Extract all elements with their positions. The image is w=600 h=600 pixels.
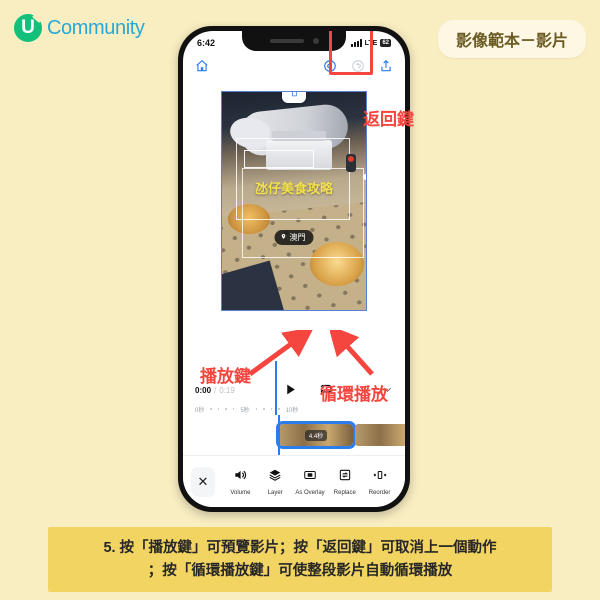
video-recorder-prop [346,154,356,172]
resize-handle-right[interactable] [363,174,366,180]
brand-wordmark: Community [47,16,145,39]
ruler-dot [225,408,227,410]
ruler-dot [210,408,212,410]
status-indicators: LTE 62 [350,39,391,47]
trash-icon[interactable] [282,92,306,103]
reorder-icon [373,468,387,487]
timeline-clip[interactable] [355,424,405,446]
corner-badge: 影像範本－影片 [437,20,586,58]
replace-icon [338,468,352,487]
tool-layer[interactable]: Layer [258,468,293,496]
ruler-dot [278,408,280,410]
clip-duration-label: 4.4秒 [304,429,328,441]
caption-banner: 5. 按「播放鍵」可預覽影片；按「返回鍵」可取消上一個動作 ；按「循環播放鍵」可… [48,527,552,592]
play-icon[interactable] [284,383,297,398]
volume-icon [233,468,247,487]
tool-replace[interactable]: Replace [327,468,362,496]
timeline-track[interactable]: ‹ 4.4秒 › [183,415,405,455]
ruler-dot [270,408,273,410]
network-label: LTE [364,39,378,47]
tool-as-overlay[interactable]: As Overlay [293,468,328,496]
brand-logo: U Community [14,14,145,42]
location-tag[interactable]: 澳門 [274,230,314,245]
location-tag-label: 澳門 [289,233,306,242]
u-logo-mark: U [14,14,42,42]
ruler-tick-5: 5秒 [240,407,250,414]
bottom-toolbar: ✕ Volume Layer As Overlay Replace Reorde… [183,455,405,507]
home-icon[interactable] [195,59,209,73]
overlay-text-selection-box[interactable] [244,150,314,168]
tool-label: As Overlay [295,489,325,496]
phone-frame: 6:42 LTE 62 氹仔美食攻略 澳門 0:00 / 0:19 0秒 5秒 … [178,26,410,512]
arrow-to-play-button [248,330,315,377]
u-logo-letter: U [21,17,35,38]
playhead[interactable] [278,415,280,455]
tool-label: Volume [230,489,251,496]
caption-line-2: ；按「循環播放鍵」可使整段影片自動循環播放 [147,562,453,579]
ruler-tick-10: 10秒 [285,407,299,414]
tool-volume[interactable]: Volume [223,468,258,496]
ruler-dot [217,408,220,410]
battery-icon: 62 [380,39,391,47]
ruler-tick-0: 0秒 [195,407,205,414]
redo-icon [351,59,365,73]
share-icon[interactable] [379,59,393,73]
signal-icon [350,39,362,47]
corner-badge-label: 影像範本－影片 [455,33,568,50]
annotation-play-button: 播放鍵 [200,367,251,386]
undo-icon[interactable] [323,59,337,73]
ruler-dot [232,408,235,410]
tool-reorder[interactable]: Reorder [362,468,397,496]
phone-notch [242,31,346,51]
tool-label: Replace [333,489,356,496]
ruler-dot [263,408,265,410]
phone-screen: 6:42 LTE 62 氹仔美食攻略 澳門 0:00 / 0:19 0秒 5秒 … [183,31,405,507]
annotation-back-button: 返回鍵 [363,110,414,129]
front-camera [312,38,319,44]
app-toolbar [183,31,405,79]
overlay-title-text[interactable]: 氹仔美食攻略 [255,178,333,197]
close-button[interactable]: ✕ [191,466,215,497]
caption-line-1: 5. 按「播放鍵」可預覽影片；按「返回鍵」可取消上一個動作 [103,540,497,557]
location-pin-icon [281,233,287,242]
as-overlay-icon [303,468,317,487]
status-time: 6:42 [197,38,216,48]
arrow-to-loop-button [330,330,374,376]
timeline-clip-selected[interactable]: ‹ 4.4秒 › [276,421,356,449]
annotation-loop-playback: 循環播放 [320,385,388,404]
ruler-dot [255,408,258,410]
video-preview[interactable]: 氹仔美食攻略 澳門 [221,91,367,311]
tool-label: Layer [267,489,283,496]
layer-icon [268,468,282,487]
earpiece-speaker [269,39,304,43]
tool-label: Reorder [368,489,391,496]
